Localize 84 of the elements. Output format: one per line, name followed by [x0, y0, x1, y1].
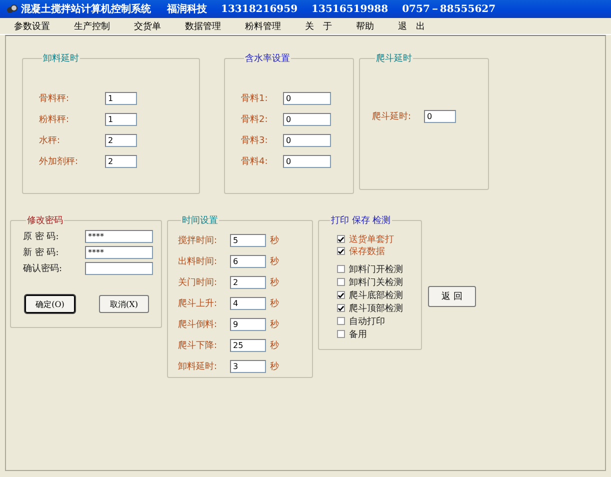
company-name: 福润科技 — [167, 2, 207, 16]
menu-item[interactable]: 退 出 — [398, 20, 425, 32]
input-field[interactable]: 3 — [230, 360, 266, 372]
app-icon — [6, 3, 18, 15]
phone-number: 13318216959 — [221, 4, 298, 14]
input-field[interactable]: **** — [85, 230, 153, 242]
field-label: 骨料2: — [241, 114, 269, 126]
field-label: 骨料秤: — [39, 92, 70, 104]
field-label: 新 密 码: — [23, 246, 60, 258]
field-label: 外加剂秤: — [39, 156, 80, 168]
field-label: 爬斗延时: — [372, 110, 412, 122]
input-field[interactable]: 0 — [424, 110, 456, 122]
phone-number: 0757－88555627 — [402, 3, 496, 16]
field-label: 卸料延时: — [178, 360, 218, 372]
menu-item[interactable]: 帮助 — [356, 20, 374, 32]
input-field[interactable]: 0 — [283, 154, 331, 168]
group-title: 打印 保存 检测 — [330, 214, 392, 227]
checkbox-label: 卸料门开检测 — [349, 264, 403, 276]
checkbox[interactable] — [337, 247, 345, 255]
field-label: 关门时间: — [178, 276, 218, 288]
input-field[interactable]: 0 — [283, 112, 331, 126]
checkbox[interactable] — [337, 304, 345, 312]
field-label: 确认密码: — [23, 262, 64, 274]
dialog-button[interactable]: 确定(O) — [25, 295, 75, 313]
checkbox-label: 自动打印 — [349, 316, 385, 328]
input-field[interactable]: 25 — [230, 338, 266, 352]
checkbox[interactable] — [337, 235, 345, 243]
unit-label: 秒 — [270, 298, 279, 310]
dialog-button[interactable]: 取消(X) — [99, 295, 149, 313]
checkbox[interactable] — [337, 278, 345, 286]
input-field[interactable]: 2 — [105, 134, 137, 146]
input-field[interactable]: 0 — [283, 92, 331, 104]
return-button[interactable]: 返 回 — [428, 286, 476, 307]
checkbox-label: 爬斗顶部检测 — [349, 302, 403, 314]
window-title: 混凝土搅拌站计算机控制系统 — [21, 2, 151, 16]
group-title: 含水率设置 — [244, 52, 291, 65]
unit-label: 秒 — [270, 234, 279, 246]
checkbox-label: 爬斗底部检测 — [349, 290, 403, 302]
field-label: 搅拌时间: — [178, 234, 218, 246]
field-label: 爬斗下降: — [178, 340, 218, 352]
group-title: 时间设置 — [181, 214, 219, 227]
input-field[interactable]: 5 — [230, 234, 266, 246]
input-field[interactable] — [85, 262, 153, 274]
field-label: 水秤: — [39, 134, 62, 146]
input-field[interactable]: 9 — [230, 318, 266, 330]
group-title: 修改密码 — [26, 214, 64, 227]
group-title: 爬斗延时 — [375, 52, 413, 65]
checkbox-label: 卸料门关检测 — [349, 276, 403, 288]
checkbox-label: 备用 — [349, 328, 367, 340]
field-label: 爬斗上升: — [178, 298, 218, 310]
field-label: 爬斗倒料: — [178, 318, 218, 330]
unit-label: 秒 — [270, 256, 279, 268]
field-label: 骨料3: — [241, 134, 269, 146]
input-field[interactable]: 2 — [105, 154, 137, 168]
checkbox-label: 送货单套打 — [349, 234, 394, 246]
checkbox-label: 保存数据 — [349, 246, 385, 258]
unit-label: 秒 — [270, 340, 279, 352]
unit-label: 秒 — [270, 360, 279, 372]
field-label: 粉料秤: — [39, 114, 70, 126]
checkbox[interactable] — [337, 265, 345, 273]
checkbox[interactable] — [337, 291, 345, 299]
phone-number: 13516519988 — [312, 4, 388, 14]
unit-label: 秒 — [270, 276, 279, 288]
input-field[interactable]: 2 — [230, 276, 266, 288]
checkbox[interactable] — [337, 317, 345, 325]
menu-item[interactable]: 生产控制 — [74, 20, 110, 32]
field-label: 骨料4: — [241, 156, 269, 168]
menu-item[interactable]: 粉料管理 — [245, 20, 281, 32]
input-field[interactable]: 4 — [230, 296, 266, 310]
menu-item[interactable]: 参数设置 — [14, 20, 50, 32]
menu-item[interactable]: 关 于 — [305, 20, 332, 32]
menu-item[interactable]: 交货单 — [134, 20, 161, 32]
input-field[interactable]: 0 — [283, 134, 331, 146]
input-field[interactable]: **** — [85, 246, 153, 258]
field-label: 骨料1: — [241, 92, 269, 104]
input-field[interactable]: 1 — [105, 92, 137, 104]
checkbox[interactable] — [337, 330, 345, 338]
input-field[interactable]: 6 — [230, 254, 266, 268]
menu-item[interactable]: 数据管理 — [185, 20, 221, 32]
group-title: 卸料延时 — [42, 52, 80, 65]
unit-label: 秒 — [270, 318, 279, 330]
field-label: 出料时间: — [178, 256, 218, 268]
input-field[interactable]: 1 — [105, 112, 137, 126]
field-label: 原 密 码: — [23, 230, 60, 242]
